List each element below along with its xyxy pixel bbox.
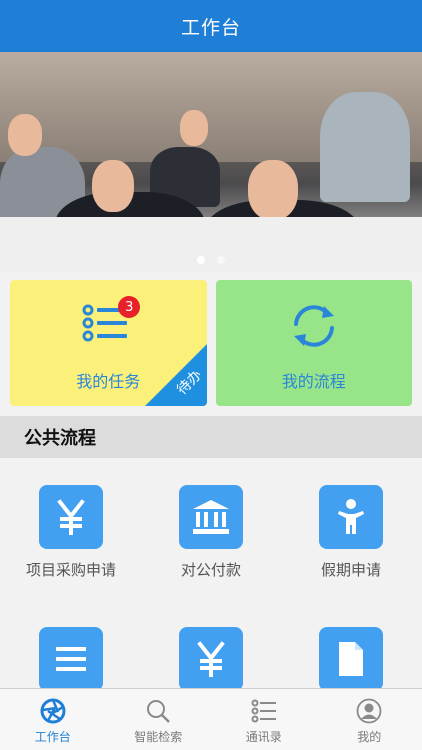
bank-icon bbox=[179, 485, 243, 549]
banner-carousel[interactable] bbox=[0, 52, 422, 272]
document-icon bbox=[319, 627, 383, 688]
tab-label: 工作台 bbox=[34, 730, 71, 744]
tab-contacts[interactable]: 通讯录 bbox=[211, 689, 317, 750]
banner-figure bbox=[180, 110, 208, 146]
yen-icon bbox=[179, 627, 243, 688]
process-grid: 项目采购申请 对公付款 假期申请 bbox=[0, 470, 422, 688]
my-flows-label: 我的流程 bbox=[281, 372, 346, 391]
banner-figure bbox=[248, 160, 298, 220]
quick-cards: 3 我的任务 待办 我的流程 bbox=[10, 280, 412, 406]
contacts-list-icon bbox=[250, 697, 278, 725]
tab-label: 智能检索 bbox=[134, 730, 183, 744]
process-item-purchase[interactable]: 项目采购申请 bbox=[1, 485, 141, 580]
carousel-dot[interactable] bbox=[217, 256, 225, 264]
tab-me[interactable]: 我的 bbox=[317, 689, 422, 750]
top-bar: 工作台 bbox=[0, 0, 422, 52]
tab-label: 通讯录 bbox=[245, 730, 282, 744]
yen-icon bbox=[39, 485, 103, 549]
carousel-indicator bbox=[0, 256, 422, 264]
banner-figure bbox=[92, 160, 134, 212]
carousel-dot[interactable] bbox=[197, 256, 205, 264]
tab-workbench[interactable]: 工作台 bbox=[0, 689, 106, 750]
aperture-icon bbox=[39, 697, 67, 725]
my-flows-card[interactable]: 我的流程 bbox=[215, 280, 412, 406]
process-item-label: 对公付款 bbox=[180, 561, 241, 579]
banner-figure bbox=[8, 114, 42, 156]
refresh-cycle-icon bbox=[288, 302, 340, 350]
page-title: 工作台 bbox=[180, 16, 241, 39]
process-item-label: 项目采购申请 bbox=[25, 561, 116, 579]
person-icon bbox=[319, 485, 383, 549]
process-item[interactable] bbox=[1, 627, 141, 688]
todo-ribbon: 待办 bbox=[144, 344, 207, 406]
process-item-label: 假期申请 bbox=[320, 561, 381, 579]
task-list-icon: 3 bbox=[82, 296, 141, 350]
section-title: 公共流程 bbox=[24, 428, 96, 449]
my-tasks-card[interactable]: 3 我的任务 待办 bbox=[10, 280, 207, 406]
process-item-leave[interactable]: 假期申请 bbox=[281, 485, 421, 580]
public-process-header: 公共流程 bbox=[0, 416, 422, 458]
search-icon bbox=[144, 697, 172, 725]
process-item[interactable] bbox=[141, 627, 281, 688]
banner-figure bbox=[320, 92, 410, 202]
list-icon bbox=[39, 627, 103, 688]
process-item[interactable] bbox=[281, 627, 421, 688]
tab-label: 我的 bbox=[357, 730, 382, 744]
user-icon bbox=[355, 697, 383, 725]
tab-search[interactable]: 智能检索 bbox=[106, 689, 212, 750]
my-tasks-label: 我的任务 bbox=[76, 372, 141, 391]
bottom-tab-bar: 工作台 智能检索 通讯录 我的 bbox=[0, 688, 422, 750]
task-count-badge: 3 bbox=[118, 296, 141, 318]
process-item-payment[interactable]: 对公付款 bbox=[141, 485, 281, 580]
